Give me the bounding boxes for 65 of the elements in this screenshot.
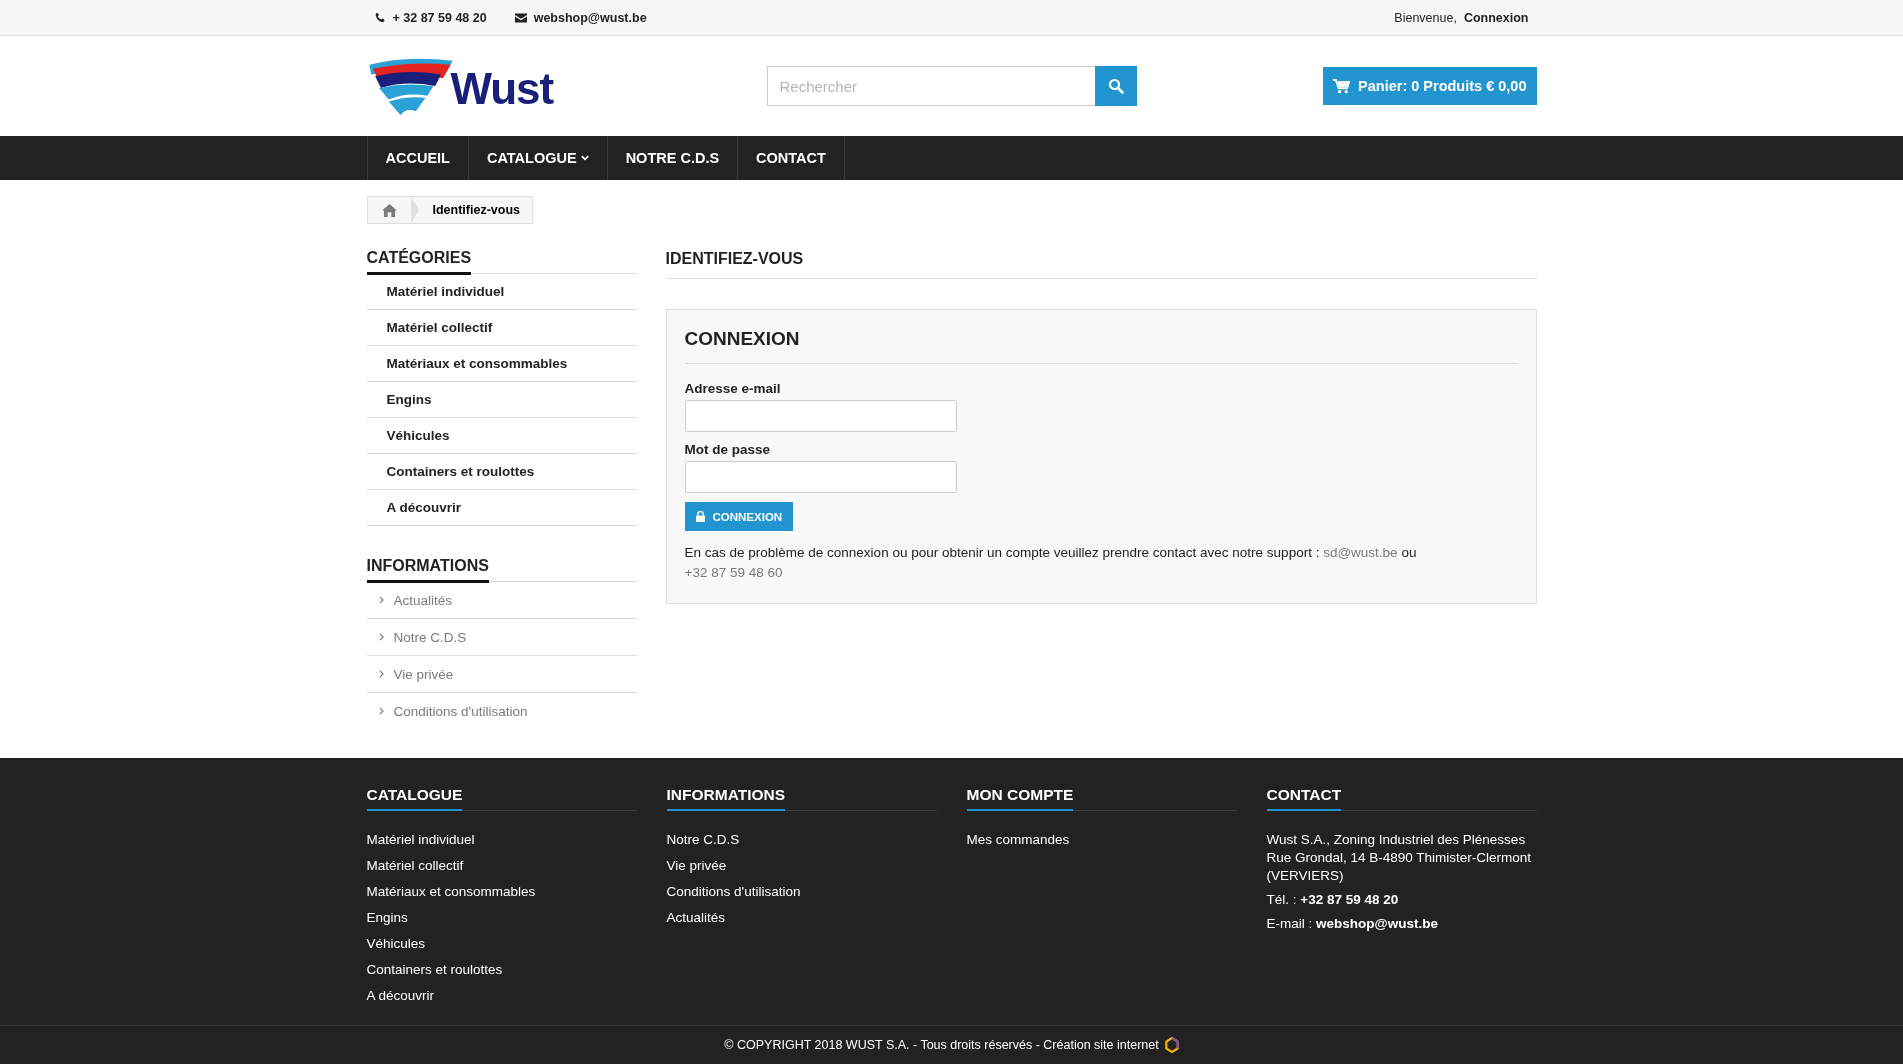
chevron-right-icon bbox=[378, 707, 384, 715]
support-phone-link[interactable]: +32 87 59 48 60 bbox=[684, 565, 783, 580]
category-link[interactable]: Containers et roulottes bbox=[366, 454, 637, 490]
email-label: Adresse e-mail bbox=[684, 381, 782, 396]
phone-number: + 32 87 59 48 20 bbox=[392, 10, 487, 25]
footer-link[interactable]: Matériel collectif bbox=[366, 857, 637, 883]
footer-heading: MON COMPTE bbox=[966, 786, 1074, 811]
category-link[interactable]: Matériel individuel bbox=[366, 274, 637, 310]
greeting-text: Bienvenue, bbox=[1394, 10, 1457, 25]
footer-link[interactable]: Containers et roulottes bbox=[366, 961, 637, 987]
breadcrumb-current: Identifiez-vous bbox=[432, 203, 520, 217]
hexagon-logo-icon bbox=[1164, 1037, 1179, 1053]
footer-heading: CATALOGUE bbox=[366, 786, 463, 811]
nav-item[interactable]: CONTACT bbox=[738, 136, 845, 180]
category-link[interactable]: Engins bbox=[366, 382, 637, 418]
footer-link[interactable]: Véhicules bbox=[366, 935, 637, 961]
category-link[interactable]: Matériel collectif bbox=[366, 310, 637, 346]
chevron-right-icon bbox=[378, 633, 384, 641]
footer-link[interactable]: A découvrir bbox=[366, 987, 637, 1013]
search-field[interactable]: Rechercher bbox=[766, 66, 1095, 106]
info-link[interactable]: Actualités bbox=[393, 592, 453, 608]
help-text: En cas de problème de connexion ou pour obtenir un compte veuillez prendre contact avec notre support : sd@wust.be ou +32 87 59 48 60 bbox=[684, 544, 1418, 582]
footer-link[interactable]: Engins bbox=[366, 909, 637, 935]
password-label: Mot de passe bbox=[684, 442, 772, 457]
email-field[interactable] bbox=[684, 400, 957, 432]
footer-heading: CONTACT bbox=[1266, 786, 1342, 811]
nav-item[interactable]: ACCUEIL bbox=[366, 136, 469, 180]
category-link[interactable]: Matériaux et consommables bbox=[366, 346, 637, 382]
home-icon bbox=[381, 203, 397, 217]
padlock-icon bbox=[695, 511, 705, 522]
page-title: IDENTIFIEZ-VOUS bbox=[665, 244, 1537, 279]
login-title: CONNEXION bbox=[684, 328, 1518, 364]
login-link[interactable]: Connexion bbox=[1463, 10, 1529, 25]
phone-icon bbox=[374, 12, 386, 23]
logo-text: Wust bbox=[450, 67, 554, 115]
footer-link[interactable]: Vie privée bbox=[666, 857, 937, 883]
footer-link[interactable]: Notre C.D.S bbox=[666, 831, 937, 857]
company-address: Wust S.A., Zoning Industriel des Plénesses Rue Grondal, 14 B-4890 Thimister-Clermont (VERVIERS) bbox=[1266, 831, 1533, 885]
footer-link[interactable]: Matériaux et consommables bbox=[366, 883, 637, 909]
footer-link[interactable]: Mes commandes bbox=[966, 831, 1237, 857]
phone-text: Tél. : +32 87 59 48 20 bbox=[1266, 891, 1400, 909]
footer-link[interactable]: Actualités bbox=[666, 909, 937, 935]
support-email-link[interactable]: sd@wust.be bbox=[1323, 545, 1398, 560]
category-link[interactable]: A découvrir bbox=[366, 490, 637, 526]
sidebar-heading: CATÉGORIES bbox=[366, 244, 472, 275]
copyright-text: © COPYRIGHT 2018 WUST S.A. - Tous droits réservés - Création site internet bbox=[724, 1038, 1159, 1052]
nav-item[interactable]: CATALOGUE bbox=[468, 136, 608, 180]
chevron-right-icon bbox=[378, 670, 384, 678]
sidebar-heading: INFORMATIONS bbox=[366, 552, 489, 583]
email-text: E-mail : webshop@wust.be bbox=[1266, 915, 1439, 933]
footer-heading: INFORMATIONS bbox=[666, 786, 786, 811]
search-button[interactable] bbox=[1094, 66, 1137, 106]
chevron-right-icon bbox=[378, 596, 384, 604]
info-link[interactable]: Notre C.D.S bbox=[393, 629, 467, 645]
nav-item[interactable]: NOTRE C.D.S bbox=[607, 136, 739, 180]
category-link[interactable]: Véhicules bbox=[366, 418, 637, 454]
cart-icon bbox=[1333, 78, 1351, 94]
password-field[interactable] bbox=[684, 461, 957, 493]
search-icon bbox=[1107, 78, 1124, 94]
envelope-icon bbox=[514, 12, 527, 23]
email-address: webshop@wust.be bbox=[533, 10, 647, 25]
footer-link[interactable]: Matériel individuel bbox=[366, 831, 637, 857]
info-link[interactable]: Vie privée bbox=[393, 666, 454, 682]
info-link[interactable]: Conditions d'utilisation bbox=[393, 703, 528, 719]
footer-link[interactable]: Conditions d'utilisation bbox=[666, 883, 937, 909]
